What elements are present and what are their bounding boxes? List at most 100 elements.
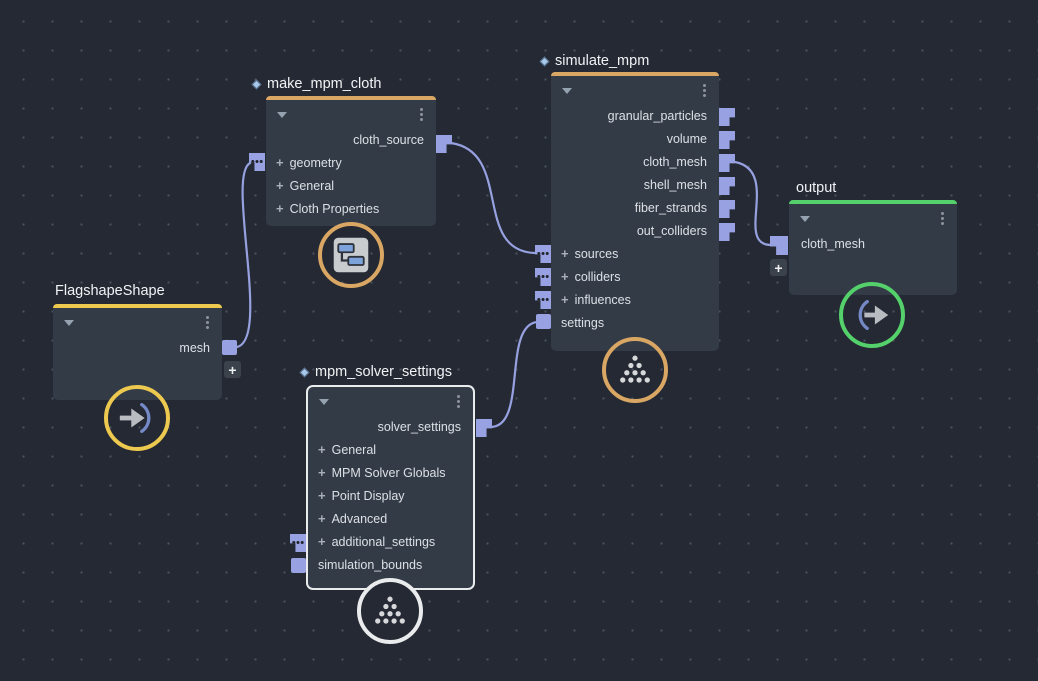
port-settings-in[interactable] [536,314,551,329]
input-label: sources [574,246,619,261]
output-label: cloth_mesh [643,154,707,169]
node-title-simulate-mpm[interactable]: simulate_mpm [539,53,650,69]
asset-diamond-icon [251,79,262,89]
collapse-icon[interactable] [64,319,74,326]
expand-icon[interactable] [561,269,575,284]
node-title-mpm-solver-settings[interactable]: mpm_solver_settings [299,364,452,380]
wire-solver_settings-to-settings[interactable] [488,320,539,429]
input-row-geometry[interactable]: geometry [266,151,436,174]
multi-connection-dots-icon [541,274,545,278]
expand-icon[interactable] [276,178,290,193]
node-title-label: output [796,180,837,196]
input-label: General [331,442,377,457]
input-label: colliders [574,269,621,284]
expand-icon[interactable] [276,201,290,216]
node-badge-flagshapeshape [104,385,170,451]
output-label: fiber_strands [634,200,707,215]
output-row-cloth-source[interactable]: cloth_source [266,128,436,151]
asset-diamond-icon [299,367,310,377]
output-label: mesh [179,340,210,355]
network-canvas[interactable]: FlagshapeShape mesh make_mpm_cloth [0,0,1038,681]
input-label: cloth_mesh [801,236,865,251]
add-input-button[interactable] [770,259,787,276]
output-label: cloth_source [353,132,424,147]
output-label: shell_mesh [643,177,707,192]
expand-icon[interactable] [276,155,290,170]
input-row-advanced[interactable]: Advanced [308,507,473,530]
input-row-point-display[interactable]: Point Display [308,484,473,507]
input-row-cloth-mesh[interactable]: cloth_mesh [789,232,957,255]
input-row-sources[interactable]: sources [551,242,719,265]
port-mesh-out[interactable] [222,340,237,355]
input-row-influences[interactable]: influences [551,288,719,311]
node-title-flagshapeshape[interactable]: FlagshapeShape [55,283,165,299]
expand-icon[interactable] [561,292,575,307]
node-menu-icon[interactable] [205,320,209,325]
input-label: additional_settings [331,534,436,549]
collapse-icon[interactable] [562,87,572,94]
output-row-mesh[interactable]: mesh [53,336,222,359]
node-output[interactable]: cloth_mesh [789,200,957,295]
node-mpm-solver-settings[interactable]: solver_settings General MPM Solver Globa… [306,385,475,590]
node-make-mpm-cloth[interactable]: cloth_source geometry General Cloth Prop… [266,96,436,226]
node-badge-simulate-mpm [602,337,668,403]
port-simulation-bounds-in[interactable] [291,558,306,573]
node-menu-icon[interactable] [702,88,706,93]
input-label: MPM Solver Globals [331,465,446,480]
add-output-button[interactable] [224,361,241,378]
node-badge-mpm-solver-settings [357,578,423,644]
collapse-icon[interactable] [277,111,287,118]
node-simulate-mpm[interactable]: granular_particles volume cloth_mesh she… [551,72,719,351]
node-menu-icon[interactable] [940,216,944,221]
node-title-make-mpm-cloth[interactable]: make_mpm_cloth [251,76,382,92]
output-row-fiber-strands[interactable]: fiber_strands [551,196,719,219]
wire-mesh-to-geometry[interactable] [235,161,252,349]
expand-icon[interactable] [318,511,332,526]
particles-icon [620,355,650,383]
multi-connection-dots-icon [541,297,545,301]
output-row-volume[interactable]: volume [551,127,719,150]
particles-icon [375,596,405,624]
input-row-additional-settings[interactable]: additional_settings [308,530,473,553]
output-label: volume [666,131,707,146]
output-row-solver-settings[interactable]: solver_settings [308,415,473,438]
expand-icon[interactable] [318,465,332,480]
output-label: granular_particles [607,108,707,123]
multi-connection-dots-icon [255,159,259,163]
node-title-label: make_mpm_cloth [267,76,382,92]
input-label: geometry [289,155,342,170]
input-label: settings [561,315,605,330]
wire-cloth_mesh-to-output[interactable] [733,160,773,247]
input-row-general[interactable]: General [266,174,436,197]
expand-icon[interactable] [318,488,332,503]
input-row-colliders[interactable]: colliders [551,265,719,288]
input-row-mpm-solver-globals[interactable]: MPM Solver Globals [308,461,473,484]
node-title-label: simulate_mpm [555,53,650,69]
asset-diamond-icon [539,56,550,66]
node-badge-output [839,282,905,348]
subnet-icon [333,237,369,273]
output-row-out-colliders[interactable]: out_colliders [551,219,719,242]
expand-icon[interactable] [561,246,575,261]
arrow-out-of-arc-icon [858,299,889,331]
node-title-label: mpm_solver_settings [315,364,452,380]
output-row-cloth-mesh[interactable]: cloth_mesh [551,150,719,173]
input-row-simulation-bounds[interactable]: simulation_bounds [308,553,473,576]
node-menu-icon[interactable] [456,399,460,404]
output-row-granular-particles[interactable]: granular_particles [551,104,719,127]
wire-cloth_source-to-sources[interactable] [449,141,538,255]
input-label: Advanced [331,511,388,526]
input-row-cloth-properties[interactable]: Cloth Properties [266,197,436,220]
expand-icon[interactable] [318,534,332,549]
node-badge-make-mpm-cloth [318,222,384,288]
node-menu-icon[interactable] [419,112,423,117]
input-row-settings[interactable]: settings [551,311,719,334]
input-row-general[interactable]: General [308,438,473,461]
output-row-shell-mesh[interactable]: shell_mesh [551,173,719,196]
collapse-icon[interactable] [319,398,329,405]
expand-icon[interactable] [318,442,332,457]
collapse-icon[interactable] [800,215,810,222]
input-label: General [289,178,335,193]
node-title-output[interactable]: output [796,180,836,196]
input-label: simulation_bounds [318,557,423,572]
